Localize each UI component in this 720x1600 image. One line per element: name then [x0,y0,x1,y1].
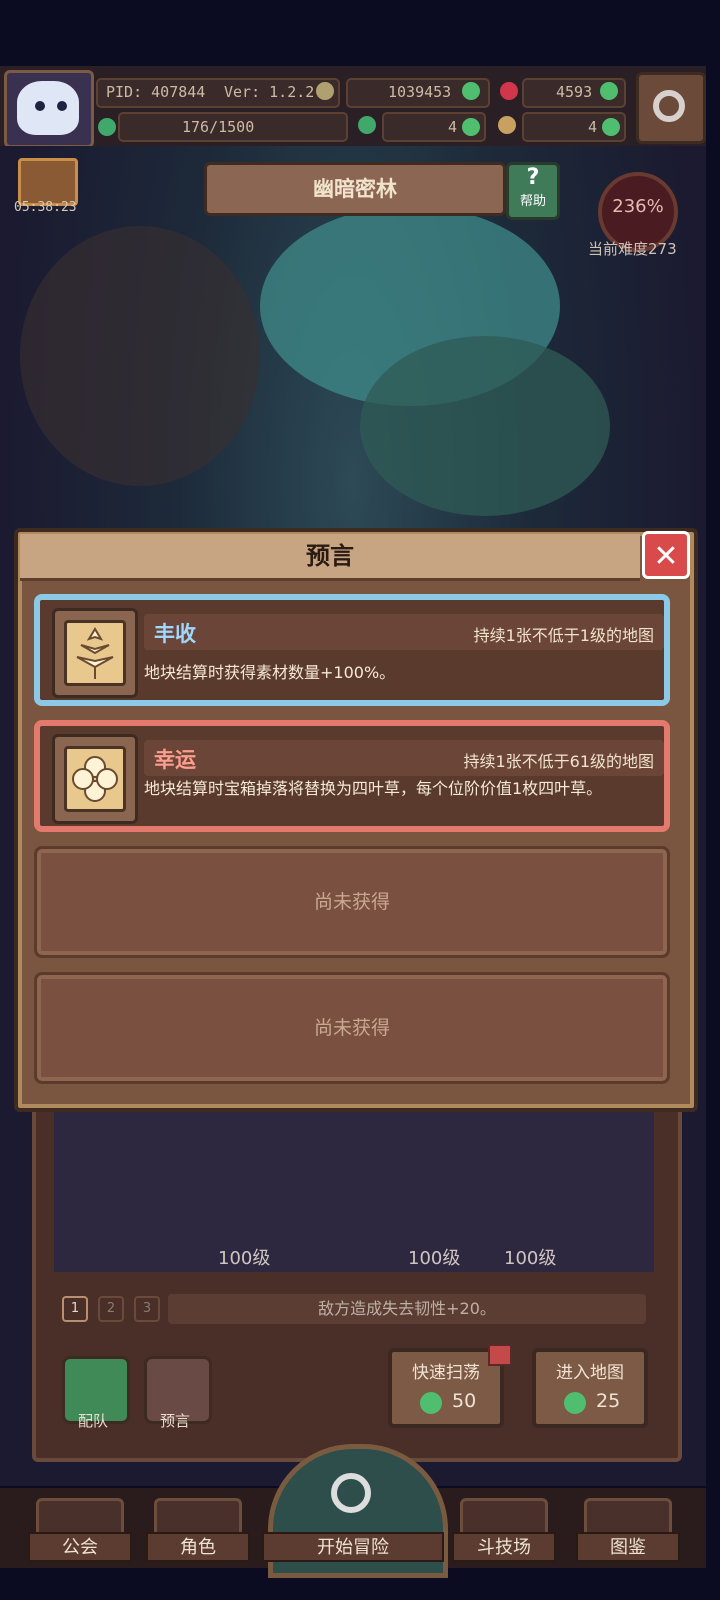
notification-badge [488,1344,512,1366]
nav-character-label: 角色 [146,1532,250,1562]
enter-map-cost: 25 [596,1390,621,1412]
add-gold-icon[interactable] [462,82,480,100]
question-mark-icon: ? [526,165,540,190]
settings-button[interactable] [636,72,706,144]
effect-bar: 敌方造成失去韧性+20。 [168,1294,646,1324]
enter-map-button[interactable]: 进入地图 25 [532,1348,648,1428]
add-key-icon[interactable] [602,118,620,136]
gem-value: 4593 [556,83,593,101]
level-1: 100级 [218,1248,271,1269]
gift-timer: 05:38:23 [14,200,77,215]
key-value: 4 [588,118,598,136]
prophecy-condition: 持续1张不低于1级的地图 [473,626,654,645]
avatar-eye [35,101,45,111]
gem-icon [500,82,518,100]
level-2: 100级 [408,1248,461,1269]
modal-title: 预言 [306,542,354,570]
tree-trunk [20,226,260,486]
avatar-face [17,81,79,135]
add-clover-icon[interactable] [462,118,480,136]
wheat-icon [64,620,126,686]
quick-sweep-button[interactable]: 快速扫荡 50 [388,1348,504,1428]
team-label: 配队 [78,1412,109,1430]
quick-sweep-cost: 50 [452,1390,477,1412]
stamina-icon [98,118,116,136]
level-3: 100级 [504,1248,557,1269]
nav-arena-label: 斗技场 [452,1532,556,1562]
tree-canopy [360,336,610,516]
close-icon: ✕ [653,539,679,574]
empty-slot-text: 尚未获得 [313,891,390,913]
page-3-button[interactable]: 3 [134,1296,160,1322]
help-label: 帮助 [519,194,546,209]
area-title-banner: 幽暗密林 [204,162,506,216]
status-bar [0,0,706,66]
gift-box-icon[interactable] [18,158,78,206]
page-1-button[interactable]: 1 [62,1296,88,1322]
effect-text: 敌方造成失去韧性+20。 [318,1299,496,1318]
difficulty-percent: 236% [612,196,664,217]
prophecy-icon-frame [52,734,138,824]
prophecy-empty-slot: 尚未获得 [34,972,670,1084]
pid-text: PID: 407844 [106,83,206,101]
clover-icon [64,746,126,812]
nav-codex-label: 图鉴 [576,1532,680,1562]
prophecy-empty-slot: 尚未获得 [34,846,670,958]
magnifier-icon [331,1473,371,1513]
clover-cost-icon [564,1392,586,1414]
close-button[interactable]: ✕ [642,531,690,579]
prophecy-description: 地块结算时宝箱掉落将替换为四叶草，每个位阶价值1枚四叶草。 [144,779,603,798]
enter-map-label: 进入地图 [556,1363,624,1383]
prophecy-header: 丰收 持续1张不低于1级的地图 [144,614,664,650]
difficulty-label: 当前难度273 [588,240,677,258]
prophecy-card-luck[interactable]: 幸运 持续1张不低于61级的地图 地块结算时宝箱掉落将替换为四叶草，每个位阶价值… [34,720,670,832]
clover-value: 4 [448,118,458,136]
nav-guild-label: 公会 [28,1532,132,1562]
party-scene [54,1112,654,1272]
gear-icon [653,90,685,122]
modal-title-bar: 预言 [20,534,640,581]
clover-cost-icon [420,1392,442,1414]
prophecy-card-harvest[interactable]: 丰收 持续1张不低于1级的地图 地块结算时获得素材数量+100%。 [34,594,670,706]
empty-slot-text: 尚未获得 [313,1017,390,1039]
start-adventure-label: 开始冒险 [262,1532,444,1562]
avatar[interactable] [4,70,94,148]
prophecy-icon-frame [52,608,138,698]
avatar-eye [57,101,67,111]
stamina-value: 176/1500 [182,118,255,136]
prophecy-label: 预言 [160,1412,191,1430]
prophecy-condition: 持续1张不低于61级的地图 [463,752,654,771]
clover-icon [358,116,376,134]
gold-value: 1039453 [388,83,452,101]
add-gem-icon[interactable] [600,82,618,100]
help-button[interactable]: ? 帮助 [506,162,560,220]
prophecy-header: 幸运 持续1张不低于61级的地图 [144,740,664,776]
coin-slot-icon [316,82,334,100]
key-icon [498,116,516,134]
prophecy-name: 幸运 [154,748,196,772]
prophecy-name: 丰收 [154,622,196,646]
prophecy-description: 地块结算时获得素材数量+100%。 [144,663,396,682]
area-title: 幽暗密林 [313,177,397,201]
page-2-button[interactable]: 2 [98,1296,124,1322]
quick-sweep-label: 快速扫荡 [412,1363,480,1383]
